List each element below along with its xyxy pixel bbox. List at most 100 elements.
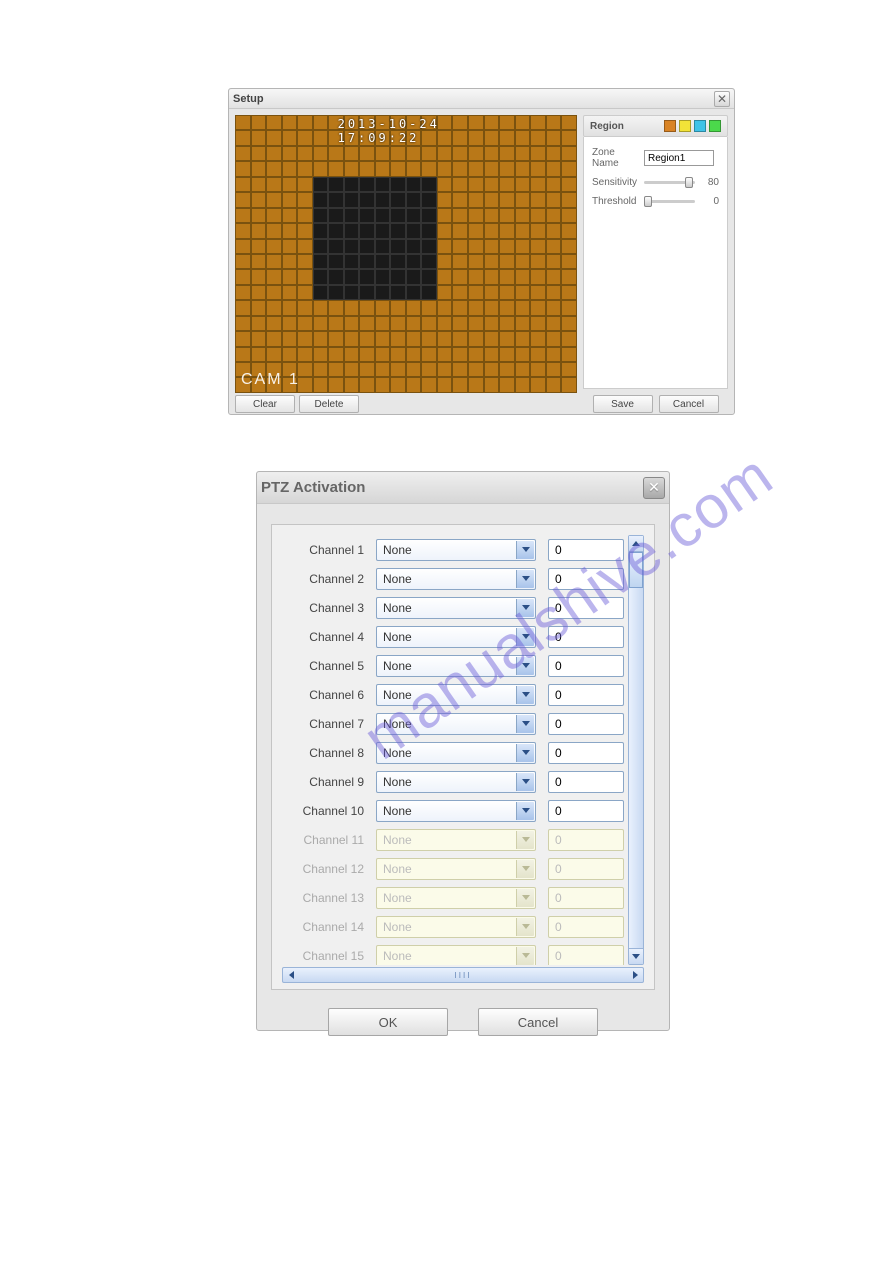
grid-cell[interactable] bbox=[375, 285, 391, 300]
grid-cell[interactable] bbox=[344, 254, 360, 269]
grid-cell[interactable] bbox=[515, 146, 531, 161]
grid-cell[interactable] bbox=[344, 347, 360, 362]
grid-cell[interactable] bbox=[468, 300, 484, 315]
grid-cell[interactable] bbox=[313, 192, 329, 207]
channel-preset-input[interactable] bbox=[548, 800, 624, 822]
grid-cell[interactable] bbox=[251, 192, 267, 207]
grid-cell[interactable] bbox=[484, 254, 500, 269]
grid-cell[interactable] bbox=[251, 254, 267, 269]
grid-cell[interactable] bbox=[266, 300, 282, 315]
hscroll-track[interactable]: IIII bbox=[299, 971, 627, 980]
grid-cell[interactable] bbox=[313, 254, 329, 269]
grid-cell[interactable] bbox=[421, 331, 437, 346]
grid-cell[interactable] bbox=[266, 223, 282, 238]
grid-cell[interactable] bbox=[375, 316, 391, 331]
grid-cell[interactable] bbox=[515, 239, 531, 254]
grid-cell[interactable] bbox=[297, 347, 313, 362]
grid-cell[interactable] bbox=[313, 146, 329, 161]
grid-cell[interactable] bbox=[235, 347, 251, 362]
grid-cell[interactable] bbox=[406, 377, 422, 392]
cancel-button[interactable]: Cancel bbox=[478, 1008, 598, 1036]
grid-cell[interactable] bbox=[344, 331, 360, 346]
grid-cell[interactable] bbox=[251, 223, 267, 238]
grid-cell[interactable] bbox=[437, 223, 453, 238]
grid-cell[interactable] bbox=[282, 115, 298, 130]
grid-cell[interactable] bbox=[452, 316, 468, 331]
grid-cell[interactable] bbox=[499, 362, 515, 377]
close-icon[interactable]: ✕ bbox=[643, 477, 665, 499]
grid-cell[interactable] bbox=[515, 300, 531, 315]
grid-cell[interactable] bbox=[561, 192, 577, 207]
channel-mode-select[interactable]: None bbox=[376, 655, 536, 677]
grid-cell[interactable] bbox=[390, 254, 406, 269]
grid-cell[interactable] bbox=[452, 223, 468, 238]
grid-cell[interactable] bbox=[499, 192, 515, 207]
grid-cell[interactable] bbox=[235, 316, 251, 331]
grid-cell[interactable] bbox=[328, 239, 344, 254]
grid-cell[interactable] bbox=[328, 146, 344, 161]
grid-cell[interactable] bbox=[390, 285, 406, 300]
grid-cell[interactable] bbox=[515, 130, 531, 145]
channel-mode-select[interactable]: None bbox=[376, 568, 536, 590]
grid-cell[interactable] bbox=[561, 239, 577, 254]
grid-cell[interactable] bbox=[328, 285, 344, 300]
grid-cell[interactable] bbox=[484, 316, 500, 331]
grid-cell[interactable] bbox=[251, 300, 267, 315]
grid-cell[interactable] bbox=[468, 223, 484, 238]
grid-cell[interactable] bbox=[499, 223, 515, 238]
grid-cell[interactable] bbox=[437, 300, 453, 315]
grid-cell[interactable] bbox=[484, 331, 500, 346]
grid-cell[interactable] bbox=[421, 316, 437, 331]
scroll-down-icon[interactable] bbox=[629, 948, 643, 964]
grid-cell[interactable] bbox=[530, 377, 546, 392]
grid-cell[interactable] bbox=[390, 269, 406, 284]
grid-cell[interactable] bbox=[235, 146, 251, 161]
grid-cell[interactable] bbox=[328, 316, 344, 331]
chevron-down-icon[interactable] bbox=[516, 686, 534, 704]
grid-cell[interactable] bbox=[546, 362, 562, 377]
grid-cell[interactable] bbox=[530, 362, 546, 377]
grid-cell[interactable] bbox=[235, 192, 251, 207]
grid-cell[interactable] bbox=[375, 223, 391, 238]
motion-grid[interactable]: 2013-10-24 17:09:22 CAM 1 bbox=[235, 115, 577, 393]
vertical-scrollbar[interactable] bbox=[628, 535, 644, 965]
grid-cell[interactable] bbox=[328, 377, 344, 392]
grid-cell[interactable] bbox=[359, 285, 375, 300]
grid-cell[interactable] bbox=[437, 269, 453, 284]
grid-cell[interactable] bbox=[313, 161, 329, 176]
chevron-down-icon[interactable] bbox=[516, 802, 534, 820]
grid-cell[interactable] bbox=[437, 146, 453, 161]
delete-button[interactable]: Delete bbox=[299, 395, 359, 413]
grid-cell[interactable] bbox=[515, 347, 531, 362]
grid-cell[interactable] bbox=[282, 223, 298, 238]
channel-mode-select[interactable]: None bbox=[376, 742, 536, 764]
grid-cell[interactable] bbox=[468, 254, 484, 269]
grid-cell[interactable] bbox=[359, 269, 375, 284]
grid-cell[interactable] bbox=[421, 254, 437, 269]
grid-cell[interactable] bbox=[530, 239, 546, 254]
grid-cell[interactable] bbox=[390, 377, 406, 392]
grid-cell[interactable] bbox=[328, 269, 344, 284]
grid-cell[interactable] bbox=[421, 362, 437, 377]
grid-cell[interactable] bbox=[266, 208, 282, 223]
grid-cell[interactable] bbox=[452, 161, 468, 176]
grid-cell[interactable] bbox=[452, 208, 468, 223]
channel-mode-select[interactable]: None bbox=[376, 597, 536, 619]
grid-cell[interactable] bbox=[375, 300, 391, 315]
grid-cell[interactable] bbox=[421, 239, 437, 254]
grid-cell[interactable] bbox=[344, 239, 360, 254]
grid-cell[interactable] bbox=[406, 177, 422, 192]
chevron-down-icon[interactable] bbox=[516, 599, 534, 617]
grid-cell[interactable] bbox=[297, 208, 313, 223]
channel-preset-input[interactable] bbox=[548, 655, 624, 677]
grid-cell[interactable] bbox=[561, 331, 577, 346]
grid-cell[interactable] bbox=[344, 146, 360, 161]
grid-cell[interactable] bbox=[282, 161, 298, 176]
grid-cell[interactable] bbox=[297, 254, 313, 269]
grid-cell[interactable] bbox=[390, 177, 406, 192]
grid-cell[interactable] bbox=[468, 377, 484, 392]
grid-cell[interactable] bbox=[344, 377, 360, 392]
grid-cell[interactable] bbox=[546, 316, 562, 331]
grid-cell[interactable] bbox=[235, 239, 251, 254]
grid-cell[interactable] bbox=[328, 192, 344, 207]
